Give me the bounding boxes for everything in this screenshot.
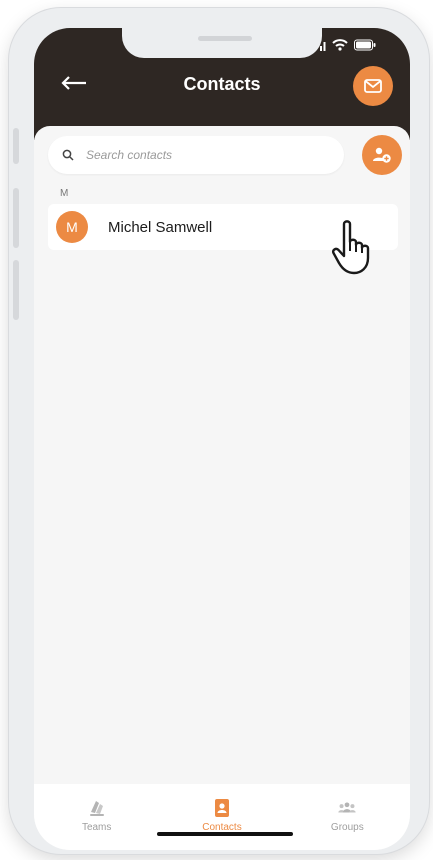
battery-icon (354, 39, 376, 51)
app-screen: Contacts M M (34, 28, 410, 850)
section-header-m: M (60, 188, 69, 199)
add-contact-button[interactable] (362, 135, 402, 175)
tab-groups[interactable]: Groups (285, 784, 410, 850)
contact-name: Michel Samwell (108, 218, 213, 236)
mute-switch (13, 128, 19, 164)
contacts-icon (214, 799, 229, 817)
hand-pointer-icon (331, 220, 370, 275)
teams-icon (89, 801, 104, 816)
status-bar-icons (320, 38, 376, 52)
mail-icon (364, 79, 382, 93)
tab-contacts[interactable]: Contacts (159, 784, 284, 850)
notch-speaker (198, 36, 252, 41)
contact-avatar: M (56, 211, 88, 243)
device-notch (122, 28, 322, 58)
groups-icon (338, 802, 356, 813)
search-bar[interactable] (48, 136, 344, 174)
search-icon (62, 149, 74, 161)
home-indicator (157, 832, 293, 836)
tab-label: Teams (81, 822, 112, 833)
volume-down-button (13, 260, 19, 320)
signal-icon (320, 41, 326, 51)
volume-up-button (13, 188, 19, 248)
app-header: Contacts (34, 28, 410, 140)
tab-label: Groups (330, 822, 364, 833)
bottom-tab-bar: Teams Contacts Groups (34, 784, 410, 850)
tab-teams[interactable]: Teams (34, 784, 159, 850)
add-contact-icon (373, 147, 391, 163)
mail-button[interactable] (353, 66, 393, 106)
wifi-icon (332, 39, 348, 51)
search-input[interactable] (84, 147, 328, 163)
